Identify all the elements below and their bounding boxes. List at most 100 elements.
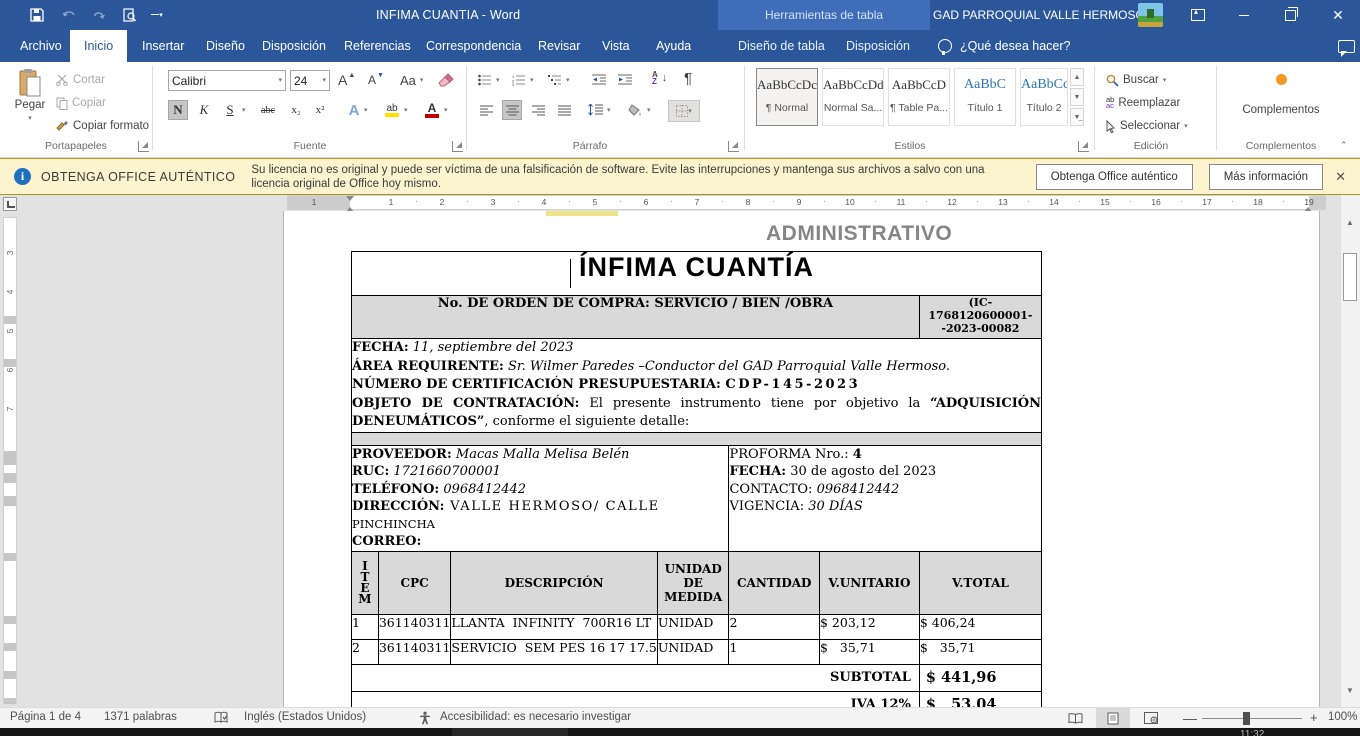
styles-scroll-up[interactable]: ▲ bbox=[1070, 68, 1084, 86]
decrease-indent-button[interactable] bbox=[592, 70, 606, 90]
qat-customize-button[interactable]: ▾ bbox=[144, 3, 170, 27]
ribbon-display-options-button[interactable] bbox=[1176, 0, 1220, 30]
styles-gallery-more[interactable]: ▼̲ bbox=[1070, 108, 1084, 126]
tab-referencias[interactable]: Referencias bbox=[330, 30, 425, 62]
line-spacing-button[interactable]: ▾ bbox=[588, 100, 611, 120]
page[interactable]: ADMINISTRATIVO ÍNFIMA CUANTÍA No. DE ORD… bbox=[283, 211, 1320, 707]
highlight-chevron[interactable]: ▾ bbox=[404, 107, 408, 114]
zoom-in-button[interactable]: + bbox=[1310, 710, 1318, 725]
style-titulo-1[interactable]: AaBbC Título 1 bbox=[954, 68, 1016, 126]
multilevel-list-button[interactable]: ▾ bbox=[548, 70, 570, 90]
select-button[interactable]: Seleccionar▾ bbox=[1106, 116, 1188, 136]
undo-button[interactable] bbox=[56, 3, 82, 27]
tab-disposicion[interactable]: Disposición bbox=[248, 30, 340, 62]
bullets-button[interactable]: ▾ bbox=[478, 70, 500, 90]
order-label-cell[interactable]: No. DE ORDEN DE COMPRA: SERVICIO / BIEN … bbox=[352, 296, 920, 339]
portapapeles-dialog-launcher[interactable] bbox=[138, 141, 149, 152]
align-right-button[interactable] bbox=[528, 100, 548, 120]
item-row[interactable]: 2 361140311 SERVICIO SEM PES 16 17 17.5 … bbox=[352, 639, 1042, 664]
tell-me-box[interactable]: ¿Qué desea hacer? bbox=[938, 30, 1071, 62]
license-bar-close-icon[interactable]: ✕ bbox=[1335, 169, 1346, 185]
increase-indent-button[interactable] bbox=[618, 70, 632, 90]
paste-button[interactable]: Pegar ▾ bbox=[10, 68, 50, 132]
sort-button[interactable]: AZ ↓ bbox=[652, 68, 667, 88]
iva-row[interactable]: IVA 12% $ 53,04 bbox=[352, 691, 1042, 707]
subtotal-row[interactable]: SUBTOTAL $ 441,96 bbox=[352, 664, 1042, 691]
tab-vista[interactable]: Vista bbox=[588, 30, 644, 62]
copy-button[interactable]: Copiar bbox=[56, 93, 106, 113]
fuente-dialog-launcher[interactable] bbox=[452, 141, 463, 152]
clear-formatting-button[interactable] bbox=[438, 70, 454, 90]
minimize-button[interactable] bbox=[1222, 0, 1266, 30]
zoom-level[interactable]: 100% bbox=[1328, 711, 1357, 723]
superscript-button[interactable]: x² bbox=[310, 100, 330, 120]
tab-diseno-de-tabla[interactable]: Diseño de tabla bbox=[724, 30, 839, 62]
styles-scroll-down[interactable]: ▼ bbox=[1070, 88, 1084, 106]
style-normal[interactable]: AaBbCcDc ¶ Normal bbox=[756, 68, 818, 126]
zoom-slider-track[interactable] bbox=[1202, 718, 1302, 719]
format-painter-button[interactable]: Copiar formato bbox=[56, 116, 149, 136]
restore-button[interactable] bbox=[1268, 0, 1312, 30]
account-name[interactable]: GAD PARROQUIAL VALLE HERMOSO bbox=[933, 8, 1145, 22]
purchase-order-table[interactable]: ÍNFIMA CUANTÍA No. DE ORDEN DE COMPRA: S… bbox=[351, 251, 1042, 707]
show-marks-button[interactable]: ¶ bbox=[684, 68, 692, 88]
complementos-button[interactable]: Complementos bbox=[1226, 72, 1336, 116]
redo-button[interactable] bbox=[86, 3, 112, 27]
text-effects-chevron[interactable]: ▾ bbox=[364, 107, 368, 114]
align-left-button[interactable] bbox=[476, 100, 496, 120]
print-preview-button[interactable] bbox=[116, 3, 142, 27]
font-size-combobox[interactable]: 24 ▾ bbox=[290, 70, 330, 91]
shrink-font-button[interactable]: A▼ bbox=[368, 70, 384, 90]
read-mode-button[interactable] bbox=[1058, 708, 1092, 728]
tab-archivo[interactable]: Archivo bbox=[6, 30, 76, 62]
tab-stop-selector[interactable] bbox=[3, 197, 17, 211]
proforma-cell[interactable]: PROFORMA Nro.: 4 FECHA: 30 de agosto del… bbox=[729, 445, 1042, 551]
style-titulo-2[interactable]: AaBbCcL Título 2 bbox=[1020, 68, 1068, 126]
get-genuine-office-button[interactable]: Obtenga Office auténtico bbox=[1036, 164, 1193, 190]
proveedor-cell[interactable]: PROVEEDOR: Macas Malla Melisa Belén RUC:… bbox=[352, 445, 729, 551]
subscript-button[interactable]: x₂ bbox=[286, 100, 306, 120]
cut-button[interactable]: Cortar bbox=[56, 70, 105, 90]
scroll-up-icon[interactable]: ▲ bbox=[1343, 215, 1357, 229]
estilos-dialog-launcher[interactable] bbox=[1078, 141, 1089, 152]
bold-button[interactable]: N bbox=[168, 100, 188, 120]
font-color-button[interactable]: A bbox=[422, 100, 442, 120]
zoom-slider-thumb[interactable] bbox=[1243, 712, 1250, 725]
more-info-button[interactable]: Más información bbox=[1209, 164, 1323, 190]
save-button[interactable] bbox=[24, 3, 50, 27]
account-avatar[interactable] bbox=[1138, 3, 1163, 27]
tab-correspondencia[interactable]: Correspondencia bbox=[412, 30, 535, 62]
page-indicator[interactable]: Página 1 de 4 bbox=[10, 711, 81, 723]
font-color-chevron[interactable]: ▾ bbox=[444, 107, 448, 114]
style-table-pa[interactable]: AaBbCcD ¶ Table Pa... bbox=[888, 68, 950, 126]
web-layout-button[interactable] bbox=[1134, 708, 1168, 728]
document-title-cell[interactable]: ÍNFIMA CUANTÍA bbox=[352, 252, 1042, 296]
accessibility-status[interactable]: Accesibilidad: es necesario investigar bbox=[440, 711, 631, 723]
parrafo-dialog-launcher[interactable] bbox=[728, 141, 739, 152]
collapse-ribbon-button[interactable]: ⌃ bbox=[1340, 140, 1348, 151]
print-layout-button[interactable] bbox=[1096, 708, 1130, 728]
numbering-button[interactable]: 123▾ bbox=[512, 70, 534, 90]
italic-button[interactable]: K bbox=[194, 100, 214, 120]
replace-button[interactable]: abac Reemplazar bbox=[1106, 93, 1180, 113]
order-code-cell[interactable]: (IC- 1768120600001- -2023-00082 bbox=[919, 296, 1041, 339]
comments-button[interactable] bbox=[1324, 30, 1360, 62]
find-button[interactable]: Buscar▾ bbox=[1106, 70, 1166, 90]
tab-inicio[interactable]: Inicio bbox=[70, 30, 127, 62]
close-button[interactable]: ✕ bbox=[1316, 0, 1360, 30]
shading-button[interactable]: ▾ bbox=[628, 100, 651, 120]
text-effects-button[interactable]: A bbox=[344, 100, 364, 120]
tab-insertar[interactable]: Insertar bbox=[128, 30, 198, 62]
vertical-scrollbar[interactable]: ▲ ▼ bbox=[1340, 195, 1360, 707]
justify-button[interactable] bbox=[554, 100, 574, 120]
underline-button[interactable]: S bbox=[220, 100, 240, 120]
tab-ayuda[interactable]: Ayuda bbox=[642, 30, 705, 62]
item-row[interactable]: 1 361140311 LLANTA INFINITY 700R16 LT UN… bbox=[352, 614, 1042, 639]
grow-font-button[interactable]: A▲ bbox=[338, 70, 355, 90]
zoom-out-button[interactable]: — bbox=[1183, 710, 1197, 726]
underline-chevron[interactable]: ▾ bbox=[242, 107, 246, 114]
scrollbar-thumb[interactable] bbox=[1343, 253, 1357, 301]
tab-disposicion-tabla[interactable]: Disposición bbox=[832, 30, 924, 62]
font-name-combobox[interactable]: Calibri ▾ bbox=[168, 70, 286, 91]
align-center-button[interactable] bbox=[502, 100, 522, 120]
